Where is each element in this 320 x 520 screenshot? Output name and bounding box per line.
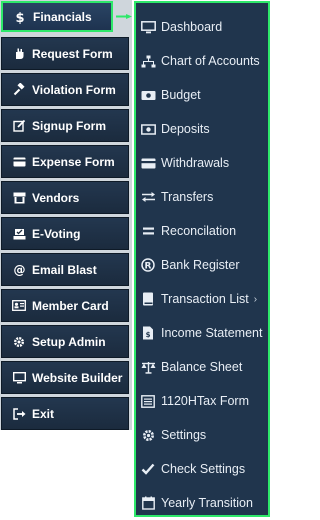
- submenu-item-bank-register[interactable]: R Bank Register: [140, 250, 266, 280]
- id-card-icon: [12, 299, 26, 313]
- submenu-item-transaction-list[interactable]: Transaction List ›: [140, 284, 266, 314]
- monitor-icon: [140, 20, 156, 34]
- nav-vendors[interactable]: Vendors: [1, 181, 129, 214]
- nav-label: Member Card: [32, 298, 109, 313]
- nav-email-blast[interactable]: @ Email Blast: [1, 253, 129, 286]
- hand-icon: [12, 47, 26, 61]
- financials-submenu: Dashboard Chart of Accounts Budget Depos…: [134, 1, 270, 517]
- store-icon: [12, 191, 26, 205]
- nav-setup-admin[interactable]: Setup Admin: [1, 325, 129, 358]
- registered-icon: R: [140, 258, 156, 272]
- nav-label: Setup Admin: [32, 334, 106, 349]
- nav-label: Request Form: [32, 46, 113, 61]
- submenu-item-income-statement[interactable]: $ Income Statement: [140, 318, 266, 348]
- submenu-item-budget[interactable]: Budget: [140, 80, 266, 110]
- nav-expense-form[interactable]: Expense Form: [1, 145, 129, 178]
- calendar-icon: [140, 496, 156, 510]
- submenu-item-reconcilation[interactable]: Reconcilation: [140, 216, 266, 246]
- edit-icon: [12, 119, 26, 133]
- nav-label: Vendors: [32, 190, 80, 205]
- chevron-right-icon: ›: [253, 293, 258, 305]
- gear-icon: [140, 428, 156, 442]
- submenu-item-label: 1120HTax Form: [161, 394, 249, 408]
- nav-label: Email Blast: [32, 262, 97, 277]
- submenu-item-yearly-transition[interactable]: Yearly Transition: [140, 488, 266, 518]
- gear-icon: [12, 335, 26, 349]
- svg-text:R: R: [145, 261, 152, 271]
- submenu-item-settings[interactable]: Settings: [140, 420, 266, 450]
- nav-signup-form[interactable]: Signup Form: [1, 109, 129, 142]
- submenu-item-label: Transaction List: [161, 292, 249, 306]
- submenu-item-chart-of-accounts[interactable]: Chart of Accounts: [140, 46, 266, 76]
- credit-card-icon: [12, 155, 26, 169]
- equals-icon: [140, 224, 156, 238]
- nav-member-card[interactable]: Member Card: [1, 289, 129, 322]
- nav-website-builder[interactable]: Website Builder: [1, 361, 129, 394]
- submenu-item-label: Transfers: [161, 190, 214, 204]
- exchange-icon: [140, 190, 156, 204]
- connector-arrow: [116, 14, 132, 19]
- submenu-item-label: Yearly Transition: [161, 496, 253, 510]
- sitemap-icon: [140, 54, 156, 68]
- submenu-item-transfers[interactable]: Transfers: [140, 182, 266, 212]
- list-icon: [140, 394, 156, 408]
- nav-violation-form[interactable]: Violation Form: [1, 73, 129, 106]
- check-icon: [140, 462, 156, 476]
- svg-text:@: @: [13, 263, 25, 276]
- submenu-item-1120htax-form[interactable]: 1120HTax Form: [140, 386, 266, 416]
- submenu-item-label: Deposits: [161, 122, 210, 136]
- sign-out-icon: [12, 407, 26, 421]
- submenu-item-label: Withdrawals: [161, 156, 230, 170]
- svg-text:$: $: [15, 11, 24, 24]
- nav-label: Financials: [33, 9, 92, 24]
- vote-icon: [12, 227, 26, 241]
- submenu-item-label: Reconcilation: [161, 224, 237, 238]
- nav-label: Website Builder: [32, 370, 123, 385]
- submenu-item-check-settings[interactable]: Check Settings: [140, 454, 266, 484]
- submenu-item-balance-sheet[interactable]: Balance Sheet: [140, 352, 266, 382]
- submenu-item-label: Balance Sheet: [161, 360, 243, 374]
- money-icon: [140, 88, 156, 102]
- submenu-item-label: Check Settings: [161, 462, 246, 476]
- svg-text:$: $: [146, 331, 151, 339]
- file-invoice-icon: $: [140, 326, 156, 340]
- submenu-item-withdrawals[interactable]: Withdrawals: [140, 148, 266, 178]
- nav-label: Signup Form: [32, 118, 106, 133]
- scale-icon: [140, 360, 156, 374]
- submenu-item-label: Budget: [161, 88, 201, 102]
- dollar-icon: $: [13, 10, 27, 24]
- money-bill-icon: [140, 122, 156, 136]
- submenu-item-label: Settings: [161, 428, 207, 442]
- nav-request-form[interactable]: Request Form: [1, 37, 129, 70]
- nav-exit[interactable]: Exit: [1, 397, 129, 430]
- book-icon: [140, 292, 156, 306]
- submenu-item-label: Dashboard: [161, 20, 223, 34]
- nav-financials[interactable]: $ Financials: [1, 1, 113, 32]
- credit-card-icon: [140, 156, 156, 170]
- submenu-item-label: Bank Register: [161, 258, 240, 272]
- nav-label: Expense Form: [32, 154, 115, 169]
- gavel-icon: [12, 83, 26, 97]
- submenu-item-dashboard[interactable]: Dashboard: [140, 12, 266, 42]
- monitor-icon: [12, 371, 26, 385]
- nav-e-voting[interactable]: E-Voting: [1, 217, 129, 250]
- submenu-item-label: Income Statement: [161, 326, 263, 340]
- nav-label: E-Voting: [32, 226, 81, 241]
- at-icon: @: [12, 263, 26, 277]
- submenu-item-deposits[interactable]: Deposits: [140, 114, 266, 144]
- nav-label: Violation Form: [32, 82, 116, 97]
- submenu-item-label: Chart of Accounts: [161, 54, 260, 68]
- nav-label: Exit: [32, 406, 55, 421]
